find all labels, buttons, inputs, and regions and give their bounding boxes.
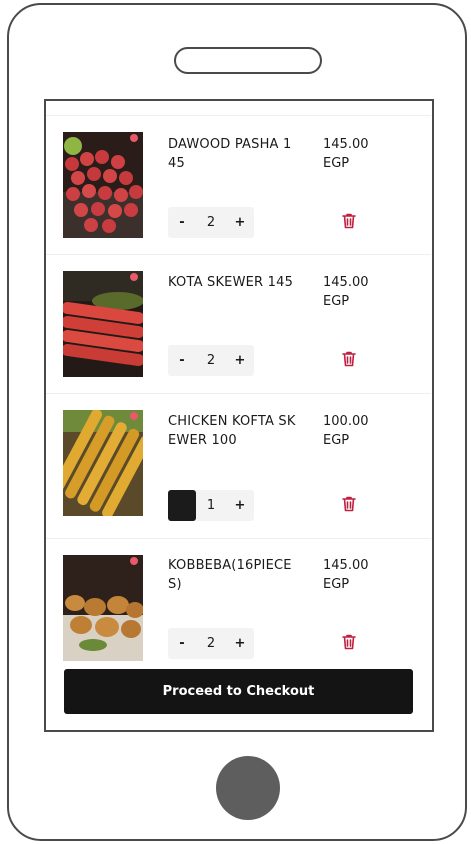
trash-icon[interactable]: [342, 634, 356, 650]
quantity-value: 2: [206, 215, 216, 230]
quantity-stepper: - 2 +: [168, 628, 254, 659]
decrement-button[interactable]: -: [168, 628, 196, 659]
cart-screen: DAWOOD PASHA 145 145.00 EGP - 2 + KOTA S…: [44, 99, 434, 732]
trash-icon[interactable]: [342, 213, 356, 229]
phone-speaker: [174, 47, 322, 74]
increment-button[interactable]: +: [226, 628, 254, 659]
quantity-value: 2: [206, 636, 216, 651]
trash-icon[interactable]: [342, 351, 356, 367]
increment-button[interactable]: +: [226, 345, 254, 376]
item-price: 100.00 EGP: [323, 414, 369, 448]
item-name: DAWOOD PASHA 145: [168, 137, 292, 171]
increment-button[interactable]: +: [226, 490, 254, 521]
quantity-stepper: - 2 +: [168, 345, 254, 376]
quantity-stepper: - 1 +: [168, 490, 254, 521]
chicken-skewers-image: [63, 410, 143, 516]
item-price: 145.00 EGP: [323, 275, 369, 309]
increment-button[interactable]: +: [226, 207, 254, 238]
proceed-to-checkout-button[interactable]: Proceed to Checkout: [64, 669, 413, 714]
cart-item: DAWOOD PASHA 145 145.00 EGP - 2 +: [46, 116, 431, 255]
trash-icon[interactable]: [342, 496, 356, 512]
quantity-value: 2: [206, 353, 216, 368]
decrement-button[interactable]: -: [168, 207, 196, 238]
cart-item: KOBBEBA(16PIECES) 145.00 EGP - 2 +: [46, 539, 431, 661]
decrement-button[interactable]: -: [168, 345, 196, 376]
decrement-button[interactable]: -: [168, 490, 196, 521]
item-price: 145.00 EGP: [323, 137, 369, 171]
cart-item: KOTA SKEWER 145 145.00 EGP - 2 +: [46, 255, 431, 394]
quantity-stepper: - 2 +: [168, 207, 254, 238]
meatballs-image: [63, 132, 143, 238]
cart-list[interactable]: DAWOOD PASHA 145 145.00 EGP - 2 + KOTA S…: [46, 101, 431, 661]
item-name: KOTA SKEWER 145: [168, 275, 294, 290]
cart-item: CHICKEN KOFTA SKEWER 100 100.00 EGP - 1 …: [46, 394, 431, 539]
item-name: KOBBEBA(16PIECES): [168, 558, 292, 592]
phone-home-button[interactable]: [216, 756, 280, 820]
item-name: CHICKEN KOFTA SKEWER 100: [168, 414, 296, 448]
kofta-skewers-image: [63, 271, 143, 377]
quantity-value: 1: [206, 498, 216, 513]
item-price: 145.00 EGP: [323, 558, 369, 592]
kibbeh-image: [63, 555, 143, 661]
